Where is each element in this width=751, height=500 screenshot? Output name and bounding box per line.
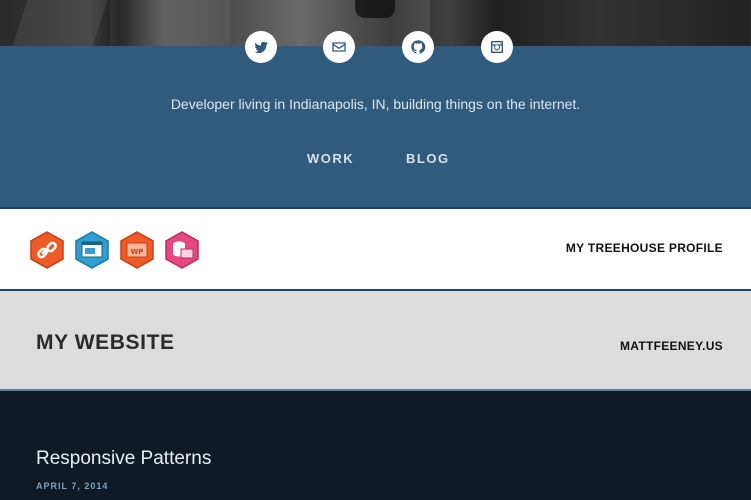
treehouse-section: WP MY TREEHOUSE PROFILE (0, 207, 751, 291)
twitter-link[interactable] (245, 31, 277, 63)
svg-text:WP: WP (131, 248, 144, 256)
nav-blog-link[interactable]: BLOG (406, 151, 450, 166)
browser-badge-icon (75, 231, 109, 269)
instagram-link[interactable] (481, 31, 513, 63)
wordpress-badge-icon: WP (120, 231, 154, 269)
github-icon (411, 40, 426, 54)
intro-section: Developer living in Indianapolis, IN, bu… (0, 31, 751, 207)
email-link[interactable] (323, 31, 355, 63)
main-nav: WORK BLOG (0, 151, 751, 171)
link-badge-icon (30, 231, 64, 269)
github-link[interactable] (402, 31, 434, 63)
post-date: APRIL 7, 2014 (36, 481, 109, 491)
hero-photo-detail (355, 0, 395, 18)
website-link[interactable]: MATTFEENEY.US (620, 339, 723, 353)
mail-icon (332, 42, 346, 52)
website-section: MY WEBSITE MATTFEENEY.US (0, 291, 751, 391)
twitter-icon (254, 41, 268, 54)
instagram-icon (491, 41, 503, 53)
nav-work-link[interactable]: WORK (307, 151, 354, 166)
social-links (0, 31, 751, 63)
database-badge-icon (165, 231, 199, 269)
treehouse-profile-link[interactable]: MY TREEHOUSE PROFILE (566, 241, 723, 255)
posts-section: Responsive Patterns APRIL 7, 2014 (0, 391, 751, 500)
post-title-link[interactable]: Responsive Patterns (36, 448, 211, 470)
tagline: Developer living in Indianapolis, IN, bu… (170, 96, 581, 112)
website-heading: MY WEBSITE (36, 331, 175, 354)
